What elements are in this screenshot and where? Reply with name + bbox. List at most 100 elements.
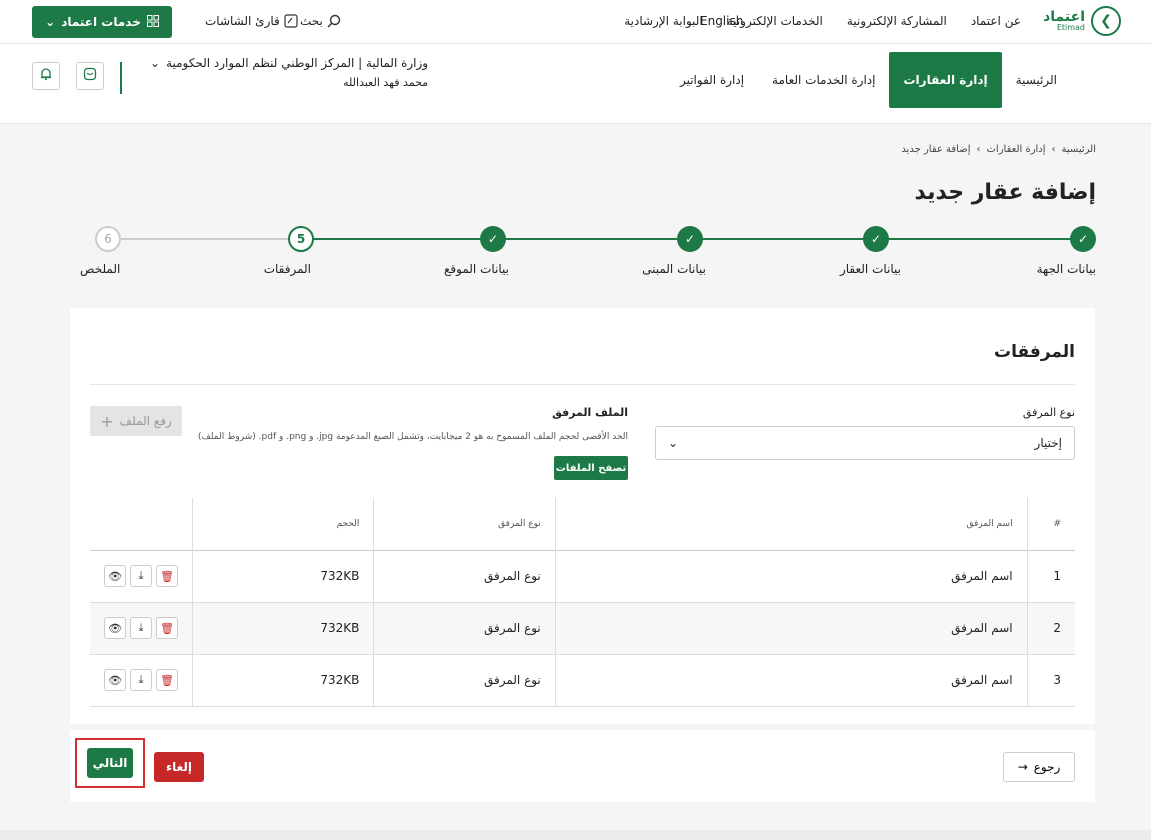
tab-invoices[interactable]: إدارة الفواتير <box>666 52 758 108</box>
breadcrumb-real-estate[interactable]: إدارة العقارات <box>987 144 1046 155</box>
notifications-button[interactable] <box>32 62 60 90</box>
tab-real-estate[interactable]: إدارة العقارات <box>889 52 1002 108</box>
header-name: اسم المرفق <box>554 498 1028 550</box>
back-button[interactable]: رجوع → <box>1003 752 1075 782</box>
chevron-down-icon: ⌄ <box>150 56 161 70</box>
logo-english: Etimad <box>1056 23 1085 32</box>
grid-icon <box>146 14 159 30</box>
row-index: 2 <box>1026 602 1075 654</box>
nav-divider <box>120 62 122 94</box>
plus-icon: + <box>100 411 114 431</box>
step-5-indicator: 5 <box>288 226 314 252</box>
attachments-card: المرفقات نوع المرفق إختيار ⌄ الملف المرف… <box>70 308 1095 724</box>
tab-home[interactable]: الرئيسية <box>1002 52 1071 108</box>
eye-icon[interactable]: 👁 <box>104 565 127 587</box>
trash-icon[interactable]: 🗑 <box>156 669 179 691</box>
breadcrumb-home[interactable]: الرئيسية <box>1062 144 1096 155</box>
upload-file-button[interactable]: رفع الملف + <box>90 406 182 436</box>
screen-reader-label: قارئ الشاشات <box>205 14 280 28</box>
logo-icon: ❯ <box>1091 6 1121 36</box>
upload-label: رفع الملف <box>119 414 172 428</box>
trash-icon[interactable]: 🗑 <box>156 565 179 587</box>
step-3-label: بيانات المبنى <box>642 262 706 276</box>
bell-icon <box>39 67 53 85</box>
search-icon <box>327 14 341 31</box>
step-3-check-icon: ✓ <box>677 226 703 252</box>
link-participation[interactable]: المشاركة الإلكترونية <box>847 14 947 28</box>
organization-selector[interactable]: وزارة المالية | المركز الوطني لنظم الموا… <box>150 56 428 89</box>
cancel-button[interactable]: إلغاء <box>154 752 204 782</box>
step-1-label: بيانات الجهة <box>1036 262 1096 276</box>
user-name: محمد فهد العبدالله <box>343 76 429 89</box>
step-6-indicator: 6 <box>95 226 121 252</box>
row-name: اسم المرفق <box>554 602 1028 654</box>
header-actions <box>90 498 193 550</box>
download-icon[interactable]: ⤓ <box>130 617 153 639</box>
section-title: المرفقات <box>993 342 1075 362</box>
table-row: 2 اسم المرفق نوع المرفق 732KB 🗑 ⤓ 👁 <box>90 602 1075 654</box>
row-name: اسم المرفق <box>554 550 1028 602</box>
row-type: نوع المرفق <box>373 550 556 602</box>
row-type: نوع المرفق <box>373 602 556 654</box>
services-label: خدمات اعتماد <box>61 15 141 29</box>
step-2-check-icon: ✓ <box>863 226 889 252</box>
download-icon[interactable]: ⤓ <box>130 669 153 691</box>
link-guide-portal[interactable]: البوابة الإرشادية <box>624 14 703 28</box>
download-icon[interactable]: ⤓ <box>130 565 153 587</box>
attached-file-label: الملف المرفق <box>552 406 628 419</box>
header-size: الحجم <box>192 498 374 550</box>
search-button[interactable]: بحث <box>300 14 341 31</box>
chat-button[interactable] <box>76 62 104 90</box>
page-bottom-strip <box>0 830 1151 840</box>
step-line-complete <box>263 238 1083 240</box>
breadcrumb: الرئيسية › إدارة العقارات › إضافة عقار ج… <box>901 144 1096 155</box>
logo-arabic: اعتماد <box>1043 9 1085 25</box>
screen-reader-button[interactable]: قارئ الشاشات <box>205 14 298 31</box>
row-size: 732KB <box>192 550 374 602</box>
row-name: اسم المرفق <box>554 654 1028 706</box>
row-index: 1 <box>1026 550 1075 602</box>
etimad-services-button[interactable]: خدمات اعتماد ⌄ <box>32 6 172 38</box>
next-button-highlight: التالي <box>75 738 145 788</box>
progress-stepper: ✓ بيانات الجهة ✓ بيانات العقار ✓ بيانات … <box>55 226 1096 286</box>
eye-icon[interactable]: 👁 <box>104 669 127 691</box>
screen-reader-icon <box>284 14 298 31</box>
attachment-type-select[interactable]: إختيار ⌄ <box>655 426 1075 460</box>
step-1-check-icon: ✓ <box>1070 226 1096 252</box>
table-header-row: # اسم المرفق نوع المرفق الحجم <box>90 498 1075 550</box>
chat-icon <box>83 67 97 85</box>
attachment-type-label: نوع المرفق <box>1022 406 1075 419</box>
org-name: وزارة المالية | المركز الوطني لنظم الموا… <box>166 56 429 70</box>
breadcrumb-current: إضافة عقار جديد <box>901 144 971 155</box>
row-size: 732KB <box>192 654 374 706</box>
back-label: رجوع <box>1033 760 1061 774</box>
eye-icon[interactable]: 👁 <box>104 617 127 639</box>
table-row: 3 اسم المرفق نوع المرفق 732KB 🗑 ⤓ 👁 <box>90 654 1075 706</box>
search-label: بحث <box>300 14 323 28</box>
top-bar: ❯ اعتماد Etimad عن اعتماد المشاركة الإلك… <box>0 0 1151 44</box>
tab-public-services[interactable]: إدارة الخدمات العامة <box>758 52 889 108</box>
etimad-logo[interactable]: ❯ اعتماد Etimad <box>1043 6 1121 36</box>
step-2-label: بيانات العقار <box>839 262 901 276</box>
page-title: إضافة عقار جديد <box>914 180 1096 205</box>
chevron-left-icon: › <box>976 144 981 155</box>
next-button[interactable]: التالي <box>87 748 133 778</box>
step-4-check-icon: ✓ <box>480 226 506 252</box>
chevron-left-icon: › <box>1051 144 1056 155</box>
chevron-down-icon: ⌄ <box>45 15 56 29</box>
arrow-right-icon: → <box>1017 760 1028 774</box>
link-about[interactable]: عن اعتماد <box>971 14 1021 28</box>
header-type: نوع المرفق <box>373 498 556 550</box>
chevron-down-icon: ⌄ <box>668 436 679 450</box>
language-toggle[interactable]: English <box>700 14 743 28</box>
main-nav: الرئيسية إدارة العقارات إدارة الخدمات ال… <box>0 44 1151 124</box>
trash-icon[interactable]: 🗑 <box>156 617 179 639</box>
step-4-label: بيانات الموقع <box>444 262 509 276</box>
browse-files-button[interactable]: تصفح الملفات <box>554 456 628 480</box>
row-size: 732KB <box>192 602 374 654</box>
attachment-type-value: إختيار <box>1034 436 1062 450</box>
step-line-pending <box>95 238 295 240</box>
header-index: # <box>1026 498 1075 550</box>
nav-tabs: الرئيسية إدارة العقارات إدارة الخدمات ال… <box>666 52 1071 108</box>
table-row: 1 اسم المرفق نوع المرفق 732KB 🗑 ⤓ 👁 <box>90 550 1075 602</box>
